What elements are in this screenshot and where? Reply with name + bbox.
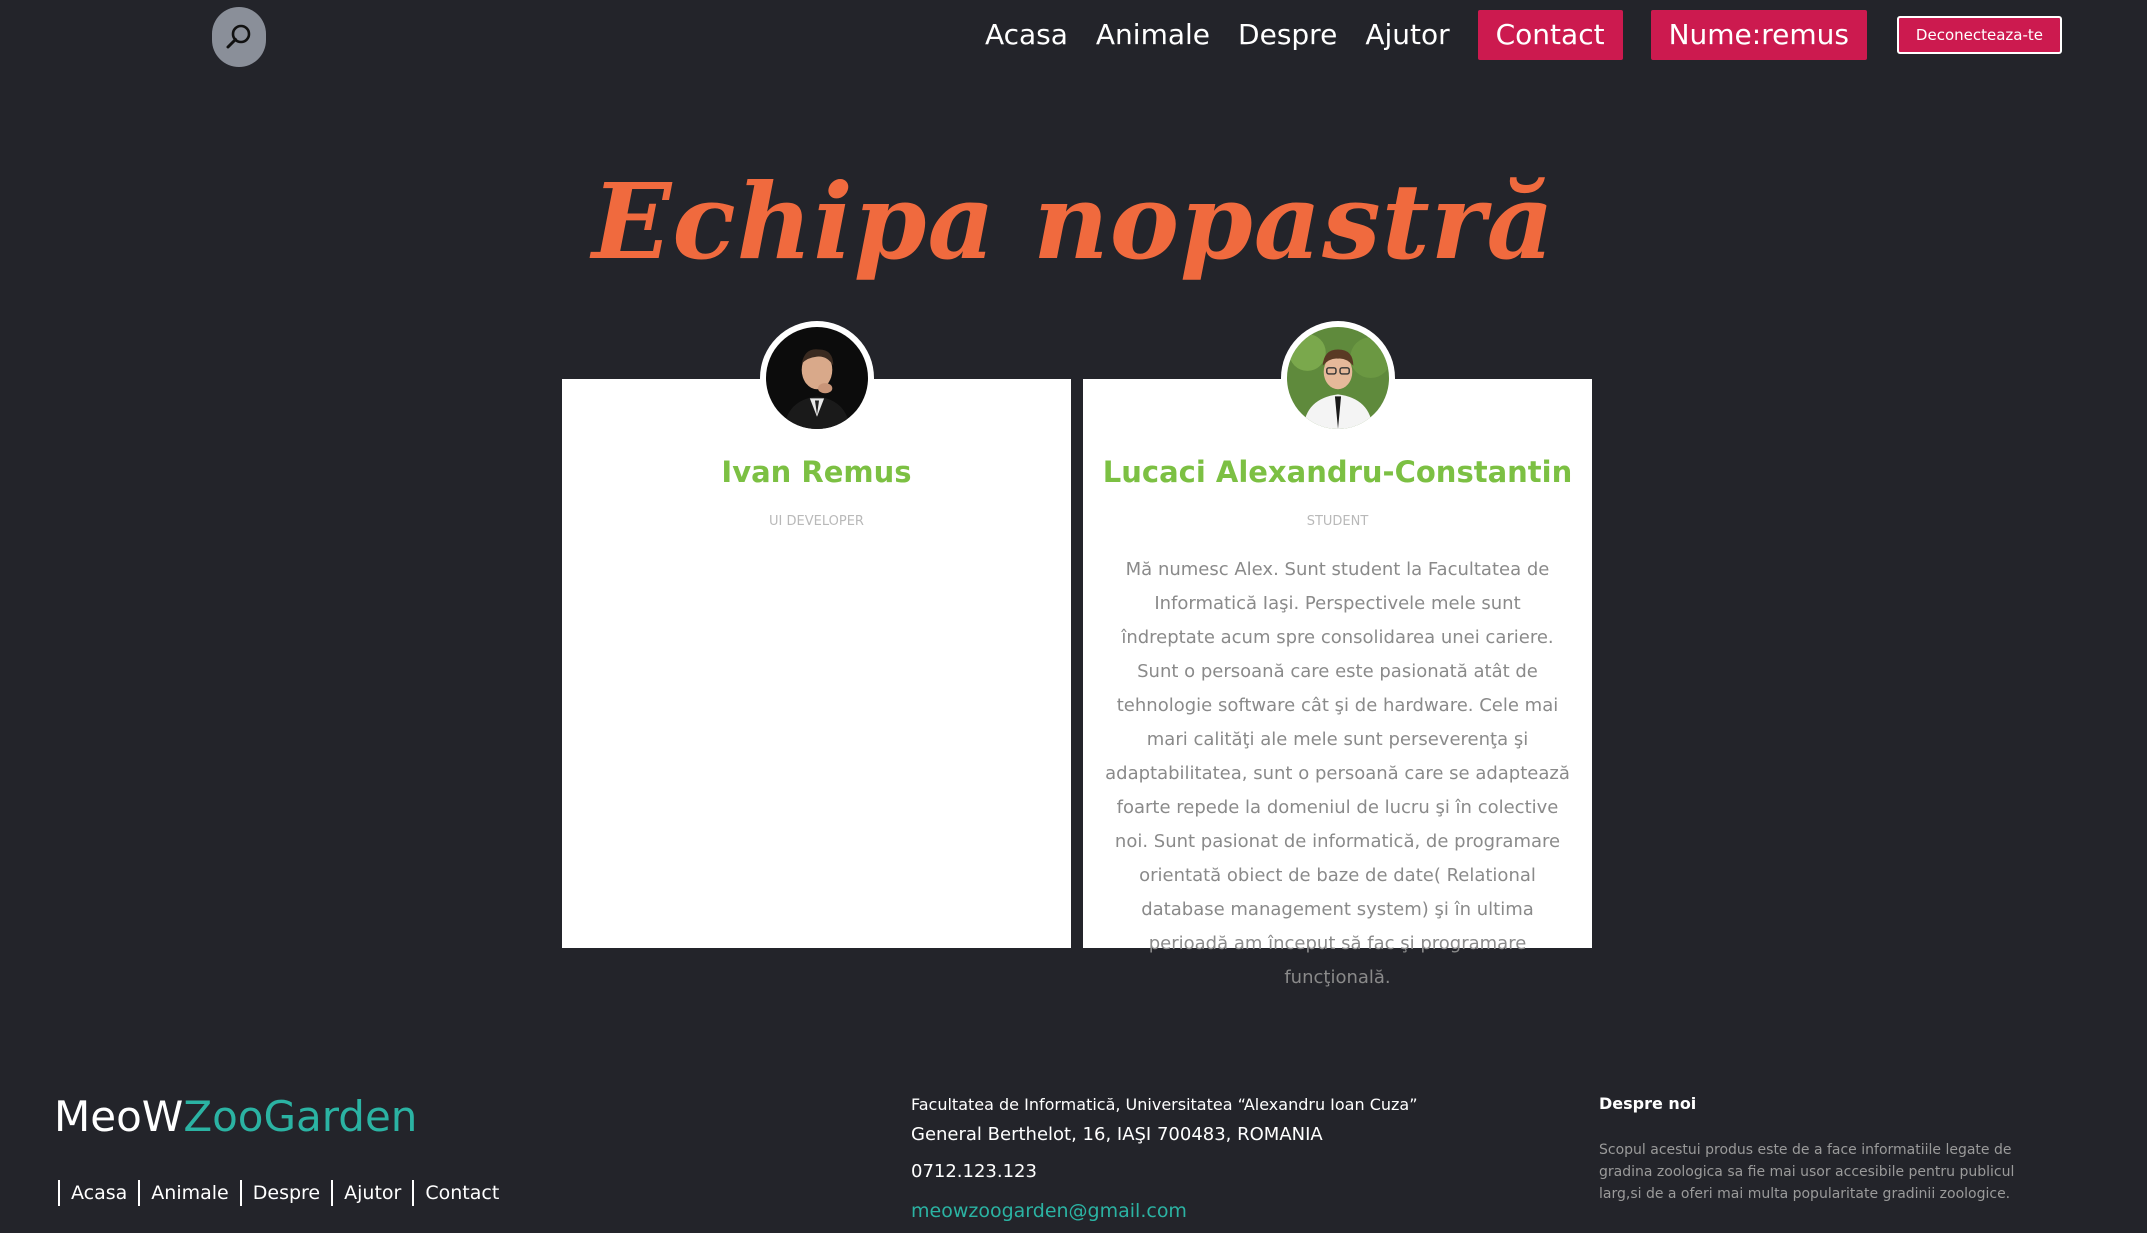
avatar: [1280, 321, 1395, 435]
nav-about[interactable]: Despre: [1238, 10, 1337, 60]
page-title: Echipa nopastră: [592, 160, 1555, 283]
team-card: Lucaci Alexandru-Constantin STUDENT Mă n…: [1083, 321, 1592, 988]
footer-contact: Facultatea de Informatică, Universitatea…: [911, 1095, 1418, 1222]
logout-button[interactable]: Deconecteaza-te: [1896, 16, 2062, 54]
main-nav: Acasa Animale Despre Ajutor Contact Nume…: [957, 10, 2062, 60]
footer-link-animals[interactable]: Animale: [138, 1180, 239, 1206]
about-title: Despre noi: [1599, 1094, 1697, 1113]
logo-part-meow: MeoW: [54, 1092, 184, 1141]
avatar: [759, 321, 874, 435]
nav-help[interactable]: Ajutor: [1365, 10, 1449, 60]
search-icon: [226, 24, 251, 49]
team-card: Ivan Remus UI DEVELOPER: [562, 321, 1071, 948]
footer-link-help[interactable]: Ajutor: [331, 1180, 412, 1206]
avatar-portrait-icon: [1286, 327, 1389, 429]
member-name: Ivan Remus: [721, 455, 912, 489]
username-button[interactable]: Nume:remus: [1650, 10, 1867, 60]
footer-link-about[interactable]: Despre: [239, 1180, 331, 1206]
member-role: UI DEVELOPER: [769, 514, 864, 529]
member-description: Mă numesc Alex. Sunt student la Facultat…: [1105, 559, 1570, 988]
avatar-portrait-icon: [765, 327, 868, 429]
footer-link-contact[interactable]: Contact: [412, 1180, 510, 1206]
contact-phone: 0712.123.123: [911, 1161, 1037, 1182]
footer-about: Despre noi Scopul acestui produs este de…: [1599, 1094, 2029, 1205]
member-role: STUDENT: [1306, 514, 1369, 529]
about-text: Scopul acestui produs este de a face inf…: [1599, 1142, 2015, 1202]
contact-address: General Berthelot, 16, IAŞI 700483, ROMA…: [911, 1124, 1323, 1145]
contact-faculty: Facultatea de Informatică, Universitatea…: [911, 1095, 1418, 1114]
nav-contact-button[interactable]: Contact: [1477, 10, 1623, 60]
footer-logo[interactable]: MeoWZooGarden: [54, 1092, 417, 1141]
search-button[interactable]: [212, 7, 266, 67]
contact-email-link[interactable]: meowzoogarden@gmail.com: [911, 1200, 1418, 1222]
nav-animals[interactable]: Animale: [1096, 10, 1210, 60]
logo-part-zoogarden: ZooGarden: [183, 1092, 418, 1141]
footer-link-home[interactable]: Acasa: [58, 1180, 138, 1206]
member-name: Lucaci Alexandru-Constantin: [1102, 455, 1573, 489]
footer-nav: Acasa Animale Despre Ajutor Contact: [58, 1180, 510, 1206]
nav-home[interactable]: Acasa: [985, 10, 1068, 60]
